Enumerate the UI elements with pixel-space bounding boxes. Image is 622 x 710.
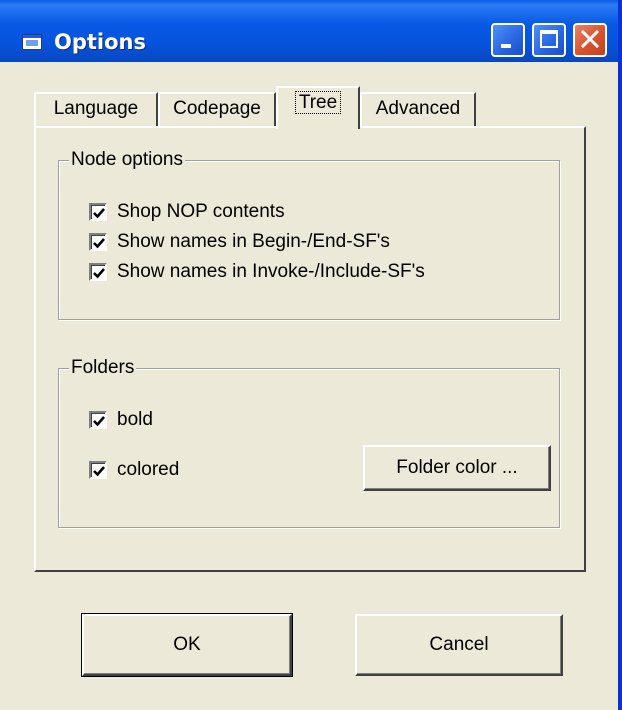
show-names-invoke-include-label: Show names in Invoke-/Include-SF's bbox=[117, 261, 425, 282]
folders-group: Folders bold colored Folder color ... bbox=[58, 357, 560, 528]
minimize-icon bbox=[501, 44, 511, 48]
tab-language[interactable]: Language bbox=[34, 92, 158, 126]
maximize-button[interactable] bbox=[532, 23, 566, 57]
checkbox-box[interactable] bbox=[89, 233, 107, 251]
colored-checkbox[interactable]: colored bbox=[89, 459, 179, 481]
tab-advanced[interactable]: Advanced bbox=[360, 92, 476, 126]
folder-color-button-label: Folder color ... bbox=[396, 457, 518, 478]
tab-tree-label: Tree bbox=[294, 91, 342, 114]
tab-codepage-label: Codepage bbox=[173, 98, 261, 119]
ok-button[interactable]: OK bbox=[81, 613, 293, 677]
checkmark-icon bbox=[93, 268, 105, 279]
cancel-button-label: Cancel bbox=[429, 634, 489, 655]
show-names-begin-end-checkbox[interactable]: Show names in Begin-/End-SF's bbox=[89, 231, 390, 253]
checkmark-icon bbox=[93, 208, 105, 219]
show-names-begin-end-label: Show names in Begin-/End-SF's bbox=[117, 231, 390, 252]
options-dialog: Options Language Codepage Tree Advanced bbox=[0, 0, 622, 710]
checkmark-icon bbox=[93, 238, 105, 249]
tab-language-label: Language bbox=[53, 98, 139, 119]
tab-advanced-label: Advanced bbox=[375, 98, 461, 119]
checkmark-icon bbox=[93, 466, 105, 477]
checkbox-box[interactable] bbox=[89, 461, 107, 479]
minimize-button[interactable] bbox=[491, 23, 525, 57]
ok-button-label: OK bbox=[173, 634, 201, 655]
node-options-legend: Node options bbox=[69, 149, 185, 171]
cancel-button[interactable]: Cancel bbox=[355, 614, 563, 676]
checkbox-box[interactable] bbox=[89, 411, 107, 429]
tab-tree[interactable]: Tree bbox=[276, 86, 360, 129]
tab-panel-tree: Node options Shop NOP contents Show name… bbox=[34, 126, 586, 572]
node-options-group: Node options Shop NOP contents Show name… bbox=[58, 149, 560, 320]
checkbox-box[interactable] bbox=[89, 203, 107, 221]
checkbox-box[interactable] bbox=[89, 263, 107, 281]
close-button[interactable] bbox=[573, 23, 607, 57]
show-names-invoke-include-checkbox[interactable]: Show names in Invoke-/Include-SF's bbox=[89, 261, 425, 283]
maximize-icon bbox=[540, 30, 558, 48]
window-title: Options bbox=[54, 30, 146, 54]
shop-nop-contents-label: Shop NOP contents bbox=[117, 201, 285, 222]
app-window-icon bbox=[22, 34, 42, 50]
checkmark-icon bbox=[93, 416, 105, 427]
folder-color-button[interactable]: Folder color ... bbox=[363, 445, 551, 491]
bold-label: bold bbox=[117, 409, 153, 430]
title-bar[interactable]: Options bbox=[0, 0, 618, 62]
close-icon bbox=[580, 29, 600, 49]
folders-legend: Folders bbox=[69, 357, 137, 379]
tab-codepage[interactable]: Codepage bbox=[158, 92, 276, 126]
shop-nop-contents-checkbox[interactable]: Shop NOP contents bbox=[89, 201, 285, 223]
colored-label: colored bbox=[117, 459, 180, 480]
bold-checkbox[interactable]: bold bbox=[89, 409, 153, 431]
